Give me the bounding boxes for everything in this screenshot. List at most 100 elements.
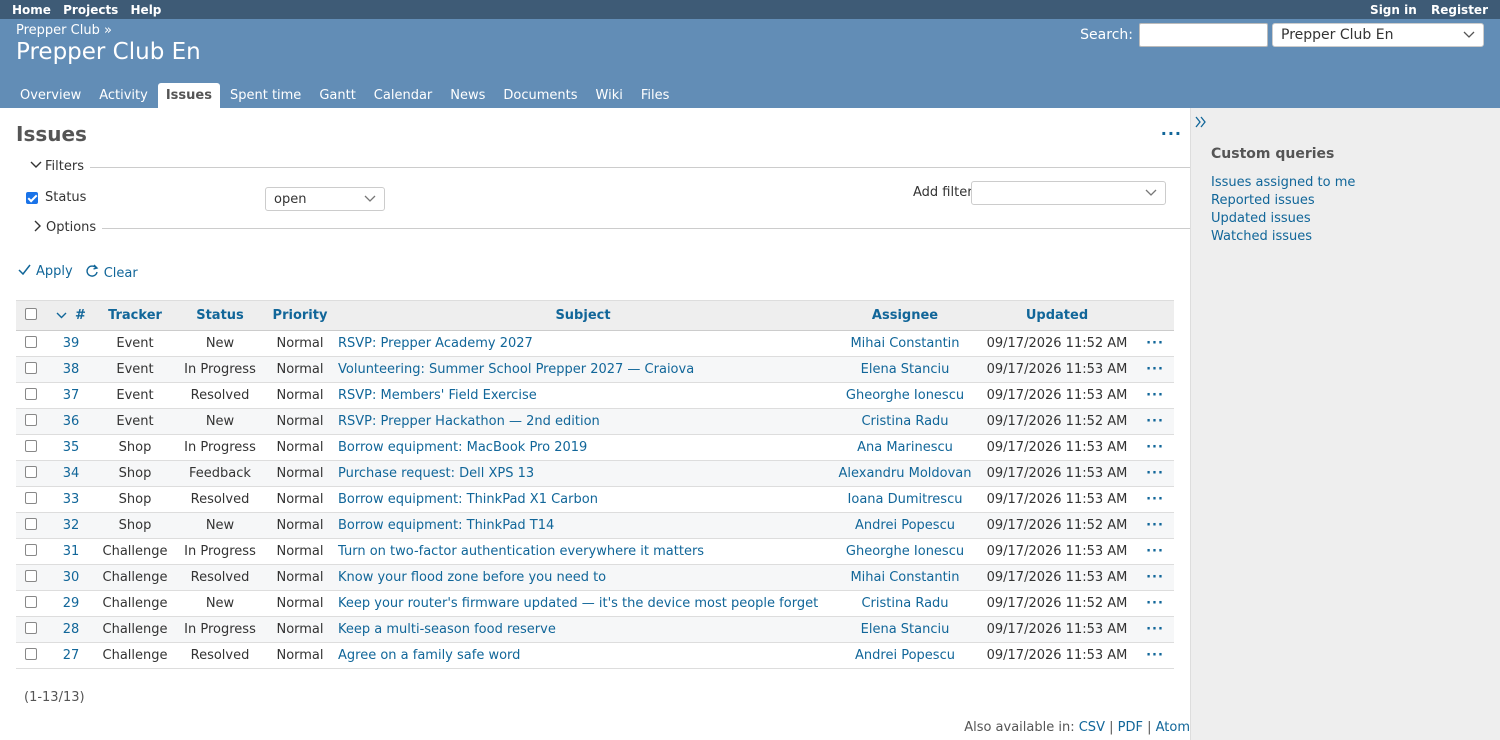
tab-gantt[interactable]: Gantt [311, 83, 363, 108]
col-assignee[interactable]: Assignee [832, 300, 978, 331]
row-checkbox[interactable] [25, 621, 37, 634]
row-actions-icon[interactable]: ··· [1146, 544, 1164, 559]
issue-id-link[interactable]: 39 [63, 336, 80, 351]
assignee-link[interactable]: Elena Stanciu [861, 362, 950, 377]
row-checkbox[interactable] [25, 413, 37, 426]
subject-link[interactable]: Volunteering: Summer School Prepper 2027… [338, 362, 694, 377]
issue-id-link[interactable]: 28 [63, 622, 80, 637]
sidebar-query-watched[interactable]: Watched issues [1211, 228, 1500, 246]
row-checkbox[interactable] [25, 439, 37, 452]
issue-id-link[interactable]: 32 [63, 518, 80, 533]
subject-link[interactable]: Borrow equipment: ThinkPad T14 [338, 518, 554, 533]
assignee-link[interactable]: Elena Stanciu [861, 622, 950, 637]
table-row[interactable]: 37 Event Resolved Normal RSVP: Members' Fiel… [16, 382, 1174, 409]
subject-link[interactable]: RSVP: Members' Field Exercise [338, 388, 537, 403]
subject-link[interactable]: Borrow equipment: MacBook Pro 2019 [338, 440, 587, 455]
tab-documents[interactable]: Documents [495, 83, 585, 108]
row-checkbox[interactable] [25, 569, 37, 582]
tab-calendar[interactable]: Calendar [366, 83, 440, 108]
table-row[interactable]: 30 Challenge Resolved Normal Know your flood… [16, 564, 1174, 591]
assignee-link[interactable]: Cristina Radu [861, 596, 948, 611]
row-actions-icon[interactable]: ··· [1146, 336, 1164, 351]
add-filter-select[interactable] [971, 181, 1166, 205]
apply-button[interactable]: Apply [18, 264, 73, 281]
subject-link[interactable]: Borrow equipment: ThinkPad X1 Carbon [338, 492, 598, 507]
subject-link[interactable]: Turn on two-factor authentication everyw… [338, 544, 704, 559]
issue-id-link[interactable]: 30 [63, 570, 80, 585]
table-row[interactable]: 31 Challenge In Progress Normal Turn on two-… [16, 538, 1174, 565]
table-row[interactable]: 38 Event In Progress Normal Volunteering: Su… [16, 356, 1174, 383]
issue-id-link[interactable]: 33 [63, 492, 80, 507]
row-checkbox[interactable] [25, 647, 37, 660]
row-checkbox[interactable] [25, 543, 37, 556]
col-status[interactable]: Status [174, 300, 266, 331]
row-checkbox[interactable] [25, 491, 37, 504]
row-actions-icon[interactable]: ··· [1146, 622, 1164, 637]
subject-link[interactable]: Agree on a family safe word [338, 648, 520, 663]
row-checkbox[interactable] [25, 335, 37, 348]
table-row[interactable]: 39 Event New Normal RSVP: Prepper Academy 20… [16, 330, 1174, 357]
filter-status-checkbox[interactable] [26, 191, 38, 204]
assignee-link[interactable]: Ioana Dumitrescu [848, 492, 963, 507]
sign-in-link[interactable]: Sign in [1370, 3, 1417, 17]
row-actions-icon[interactable]: ··· [1146, 570, 1164, 585]
row-actions-icon[interactable]: ··· [1146, 596, 1164, 611]
table-row[interactable]: 35 Shop In Progress Normal Borrow equipment:… [16, 434, 1174, 461]
assignee-link[interactable]: Mihai Constantin [850, 570, 959, 585]
issue-id-link[interactable]: 27 [63, 648, 80, 663]
table-row[interactable]: 29 Challenge New Normal Keep your router's f… [16, 590, 1174, 617]
tab-wiki[interactable]: Wiki [588, 83, 631, 108]
issue-id-link[interactable]: 37 [63, 388, 80, 403]
table-row[interactable]: 33 Shop Resolved Normal Borrow equipment: Th… [16, 486, 1174, 513]
tab-files[interactable]: Files [633, 83, 678, 108]
select-all-checkbox[interactable] [25, 307, 37, 320]
filters-legend[interactable]: Filters [16, 159, 90, 174]
row-actions-icon[interactable]: ··· [1146, 648, 1164, 663]
row-checkbox[interactable] [25, 595, 37, 608]
filter-status-operator[interactable]: open [265, 187, 385, 211]
assignee-link[interactable]: Andrei Popescu [855, 648, 955, 663]
issue-id-link[interactable]: 34 [63, 466, 80, 481]
sidebar-query-assigned[interactable]: Issues assigned to me [1211, 174, 1500, 192]
row-actions-icon[interactable]: ··· [1146, 362, 1164, 377]
top-menu-home[interactable]: Home [12, 3, 51, 17]
row-actions-icon[interactable]: ··· [1146, 466, 1164, 481]
col-subject[interactable]: Subject [334, 300, 832, 331]
tab-overview[interactable]: Overview [12, 83, 89, 108]
breadcrumb[interactable]: Prepper Club » [16, 23, 112, 38]
subject-link[interactable]: Know your flood zone before you need to [338, 570, 606, 585]
issue-id-link[interactable]: 38 [63, 362, 80, 377]
register-link[interactable]: Register [1431, 3, 1488, 17]
subject-link[interactable]: RSVP: Prepper Hackathon — 2nd edition [338, 414, 600, 429]
row-checkbox[interactable] [25, 517, 37, 530]
sidebar-toggle-icon[interactable] [1195, 114, 1207, 132]
clear-button[interactable]: Clear [85, 264, 138, 281]
assignee-link[interactable]: Ana Marinescu [857, 440, 953, 455]
row-actions-icon[interactable]: ··· [1146, 388, 1164, 403]
subject-link[interactable]: RSVP: Prepper Academy 2027 [338, 336, 533, 351]
assignee-link[interactable]: Cristina Radu [861, 414, 948, 429]
search-input[interactable] [1139, 23, 1268, 47]
table-row[interactable]: 28 Challenge In Progress Normal Keep a multi… [16, 616, 1174, 643]
assignee-link[interactable]: Mihai Constantin [850, 336, 959, 351]
tab-activity[interactable]: Activity [91, 83, 156, 108]
row-checkbox[interactable] [25, 465, 37, 478]
table-row[interactable]: 27 Challenge Resolved Normal Agree on a fami… [16, 642, 1174, 669]
row-actions-icon[interactable]: ··· [1146, 492, 1164, 507]
col-priority[interactable]: Priority [266, 300, 334, 331]
issue-id-link[interactable]: 31 [63, 544, 80, 559]
more-actions-icon[interactable]: ··· [1161, 124, 1182, 143]
sidebar-query-reported[interactable]: Reported issues [1211, 192, 1500, 210]
col-updated[interactable]: Updated [978, 300, 1136, 331]
project-select[interactable]: Prepper Club En [1272, 23, 1484, 47]
csv-link[interactable]: CSV [1079, 720, 1105, 735]
pdf-link[interactable]: PDF [1118, 720, 1143, 735]
assignee-link[interactable]: Andrei Popescu [855, 518, 955, 533]
subject-link[interactable]: Keep your router's firmware updated — it… [338, 596, 818, 611]
row-actions-icon[interactable]: ··· [1146, 414, 1164, 429]
row-actions-icon[interactable]: ··· [1146, 440, 1164, 455]
row-checkbox[interactable] [25, 387, 37, 400]
table-row[interactable]: 36 Event New Normal RSVP: Prepper Hackathon … [16, 408, 1174, 435]
col-tracker[interactable]: Tracker [96, 300, 174, 331]
top-menu-projects[interactable]: Projects [63, 3, 118, 17]
